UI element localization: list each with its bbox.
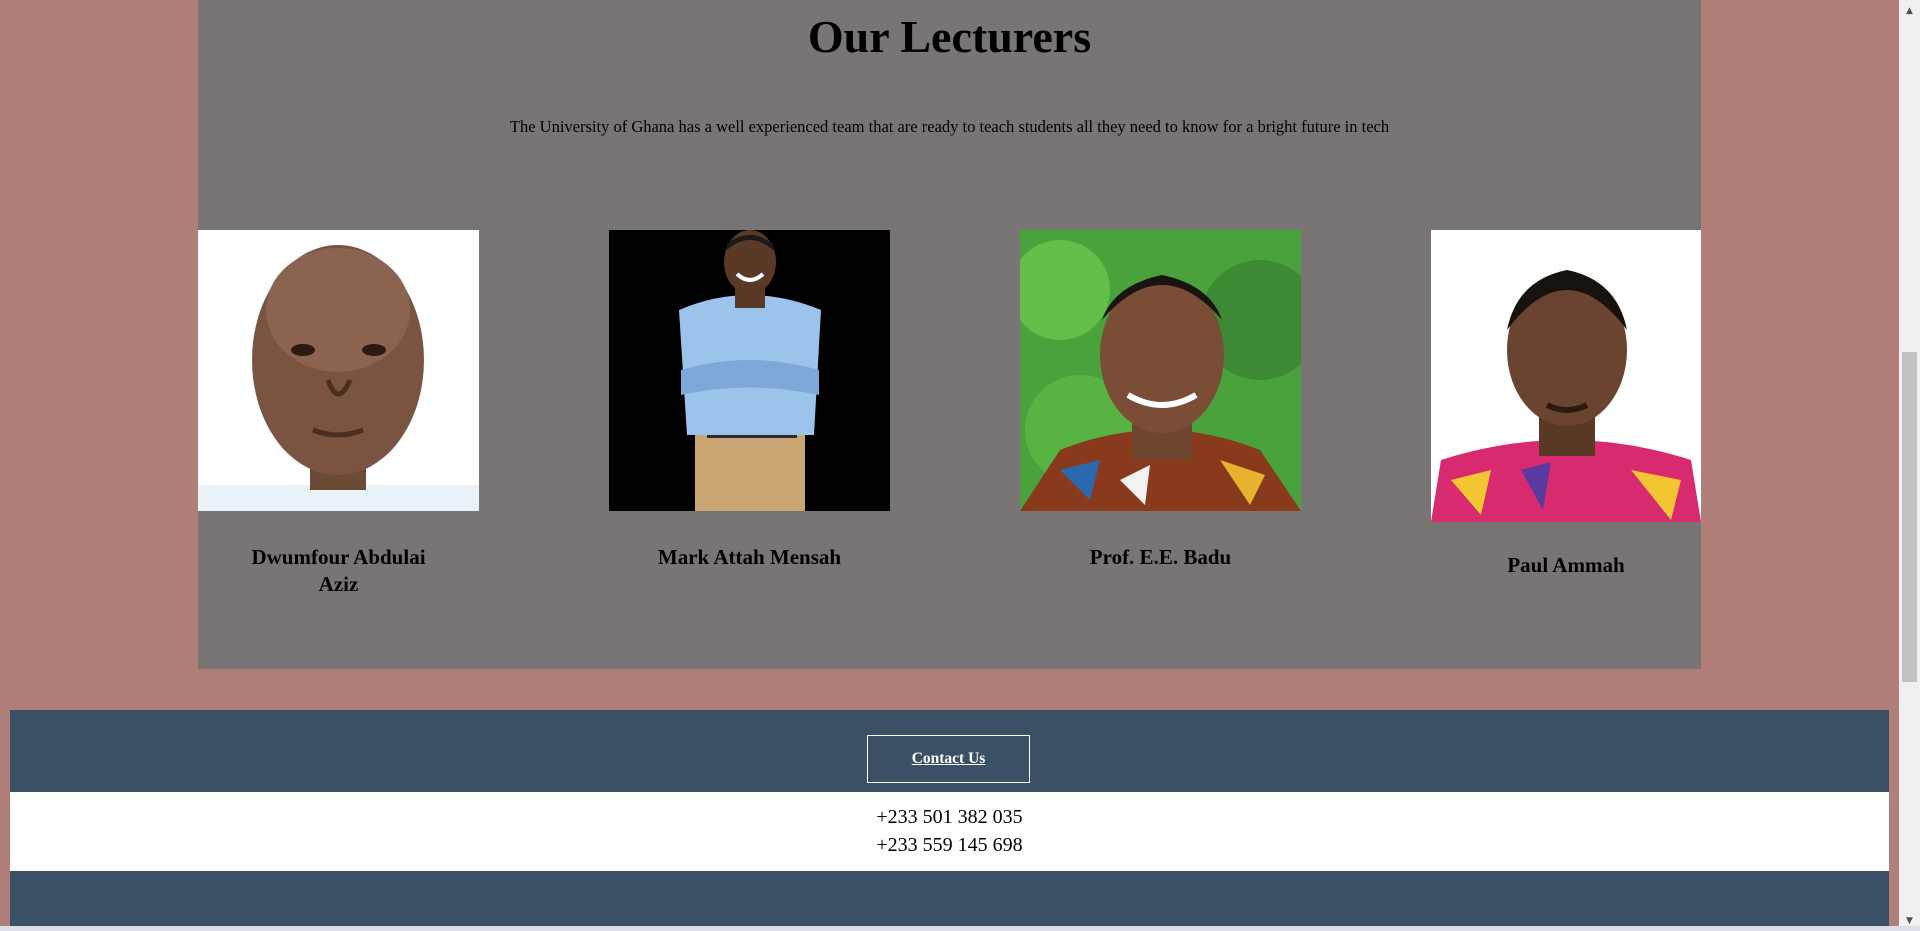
vertical-scrollbar[interactable]: ▲ ▼ <box>1899 0 1920 931</box>
lecturer-name-line1: Paul Ammah <box>1507 553 1625 577</box>
footer: Contact Us +233 501 382 035 +233 559 145… <box>10 710 1889 931</box>
lecturer-photo <box>198 230 479 511</box>
section-intro: The University of Ghana has a well exper… <box>509 117 1390 136</box>
scroll-up-arrow-icon[interactable]: ▲ <box>1899 2 1920 19</box>
scrollbar-thumb[interactable] <box>1902 352 1917 682</box>
lecturer-name-line2: Aziz <box>318 572 359 596</box>
lecturers-section: Our Lecturers The University of Ghana ha… <box>198 0 1701 669</box>
window-bottom-edge <box>0 926 1920 931</box>
lecturer-photo <box>609 230 890 511</box>
section-title: Our Lecturers <box>807 11 1092 62</box>
phone-number: +233 501 382 035 <box>876 806 1023 828</box>
lecturer-name: Mark Attah Mensah <box>609 544 890 571</box>
lecturer-photo <box>1431 230 1701 522</box>
lecturer-name-line1: Prof. E.E. Badu <box>1089 545 1232 569</box>
lecturer-name: Prof. E.E. Badu <box>1020 544 1301 571</box>
phone-number: +233 559 145 698 <box>876 834 1023 856</box>
contact-us-button[interactable]: Contact Us <box>867 735 1030 783</box>
lecturer-photo <box>1020 230 1301 511</box>
lecturer-name: Paul Ammah <box>1431 552 1701 579</box>
phone-list: +233 501 382 035 +233 559 145 698 <box>10 792 1889 871</box>
lecturer-name-line1: Dwumfour Abdulai <box>251 545 426 569</box>
lecturer-name: Dwumfour Abdulai Aziz <box>198 544 479 598</box>
page-viewport: Our Lecturers The University of Ghana ha… <box>0 0 1899 931</box>
lecturer-name-line1: Mark Attah Mensah <box>657 545 842 569</box>
